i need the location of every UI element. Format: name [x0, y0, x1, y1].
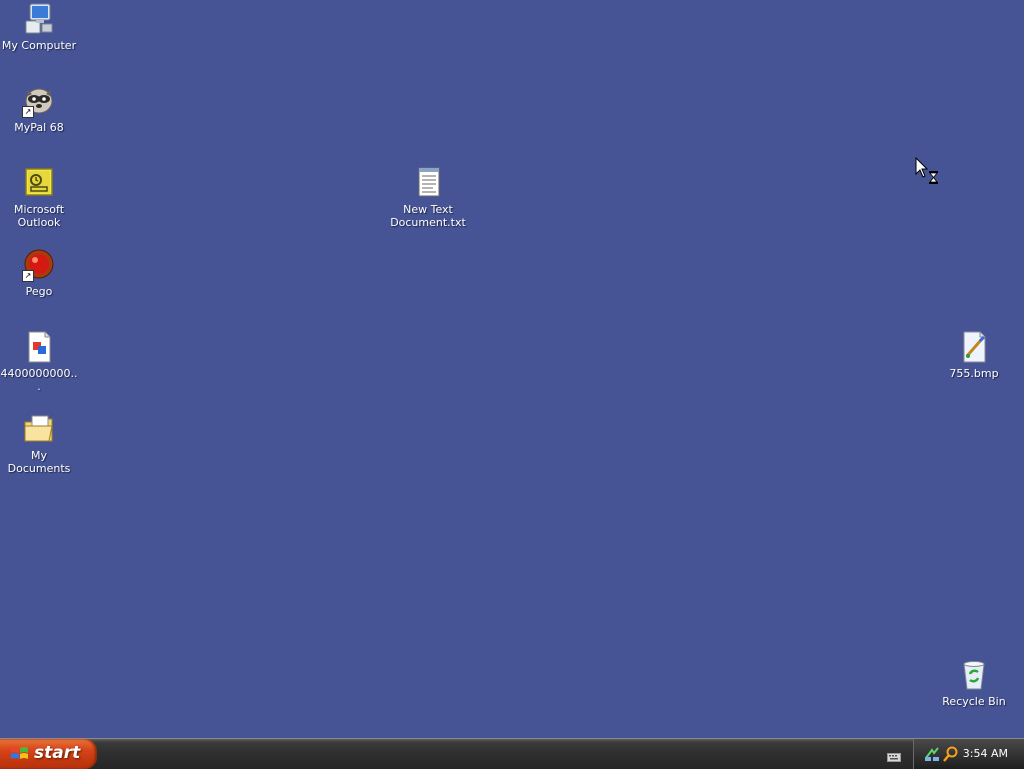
- desktop-icon-label: Pego: [25, 285, 53, 298]
- keyboard-icon[interactable]: [887, 748, 901, 762]
- desktop-icon-label: 755.bmp: [949, 367, 999, 380]
- desktop-icon-label: My Documents: [7, 449, 71, 475]
- desktop: My Computer ↗ MyPal 68 Microsoft Outlook…: [0, 0, 1024, 738]
- image-file-icon: [22, 330, 56, 364]
- start-label: start: [34, 743, 81, 763]
- shortcut-arrow-icon: ↗: [22, 106, 34, 118]
- my-documents-folder-icon: [22, 412, 56, 446]
- desktop-icon-outlook[interactable]: Microsoft Outlook: [0, 166, 78, 229]
- taskbar: start 3:54 AM: [0, 738, 1024, 769]
- desktop-icon-label: New Text Document.txt: [390, 203, 466, 229]
- busy-arrow-hourglass-cursor: [915, 156, 941, 187]
- desktop-icon-mypal[interactable]: ↗ MyPal 68: [0, 84, 78, 134]
- outlook-icon: [22, 166, 56, 200]
- text-document-icon: [411, 166, 445, 200]
- shortcut-arrow-icon: ↗: [22, 270, 34, 282]
- desktop-icon-755-bmp[interactable]: 755.bmp: [935, 330, 1013, 380]
- system-tray: 3:54 AM: [913, 739, 1024, 769]
- windows-flag-icon: [10, 745, 30, 763]
- desktop-icon-my-computer[interactable]: My Computer: [0, 2, 78, 52]
- start-button[interactable]: start: [0, 739, 97, 769]
- desktop-icon-recycle-bin[interactable]: Recycle Bin: [935, 658, 1013, 708]
- desktop-icon-pego[interactable]: ↗ Pego: [0, 248, 78, 298]
- desktop-icon-image-file[interactable]: 4400000000...: [0, 330, 78, 393]
- network-icon[interactable]: [924, 746, 940, 762]
- search-icon[interactable]: [943, 746, 959, 762]
- desktop-icon-new-text-document[interactable]: New Text Document.txt: [389, 166, 467, 229]
- my-computer-icon: [22, 2, 56, 36]
- pego-red-ball-icon: ↗: [22, 248, 56, 282]
- recycle-bin-icon: [957, 658, 991, 692]
- bitmap-paint-icon: [957, 330, 991, 364]
- desktop-icon-label: 4400000000...: [0, 367, 78, 393]
- desktop-icon-label: My Computer: [1, 39, 77, 52]
- desktop-icon-label: Microsoft Outlook: [13, 203, 65, 229]
- desktop-icon-label: MyPal 68: [14, 121, 64, 134]
- desktop-icon-label: Recycle Bin: [942, 695, 1006, 708]
- mypal-raccoon-icon: ↗: [22, 84, 56, 118]
- clock[interactable]: 3:54 AM: [963, 747, 1008, 760]
- desktop-icon-my-documents[interactable]: My Documents: [0, 412, 78, 475]
